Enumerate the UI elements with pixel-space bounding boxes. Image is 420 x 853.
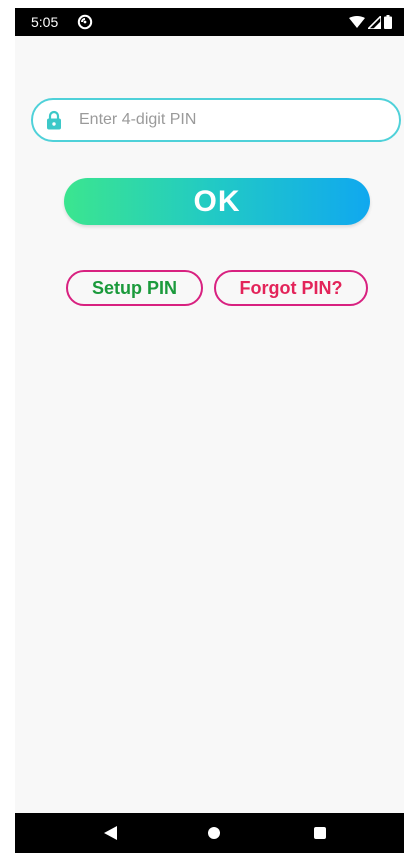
setup-pin-button[interactable]: Setup PIN (66, 270, 203, 306)
navigation-bar (15, 813, 404, 853)
ok-button[interactable]: OK (64, 178, 370, 225)
app-screen: 5:05 OK Setup PIN Forgot PIN? (15, 8, 404, 853)
home-circle-icon[interactable] (208, 827, 220, 839)
recents-square-icon[interactable] (314, 827, 326, 839)
battery-icon (384, 15, 392, 29)
back-triangle-icon[interactable] (104, 826, 117, 845)
pin-field[interactable] (31, 98, 401, 142)
status-time: 5:05 (31, 14, 59, 30)
pin-input[interactable] (79, 105, 399, 135)
wifi-icon (349, 16, 365, 28)
notification-app-icon (77, 14, 93, 30)
status-bar: 5:05 (15, 8, 404, 36)
signal-icon (368, 15, 381, 29)
forgot-pin-button[interactable]: Forgot PIN? (214, 270, 368, 306)
status-icons (349, 14, 392, 30)
lock-icon (45, 109, 63, 131)
